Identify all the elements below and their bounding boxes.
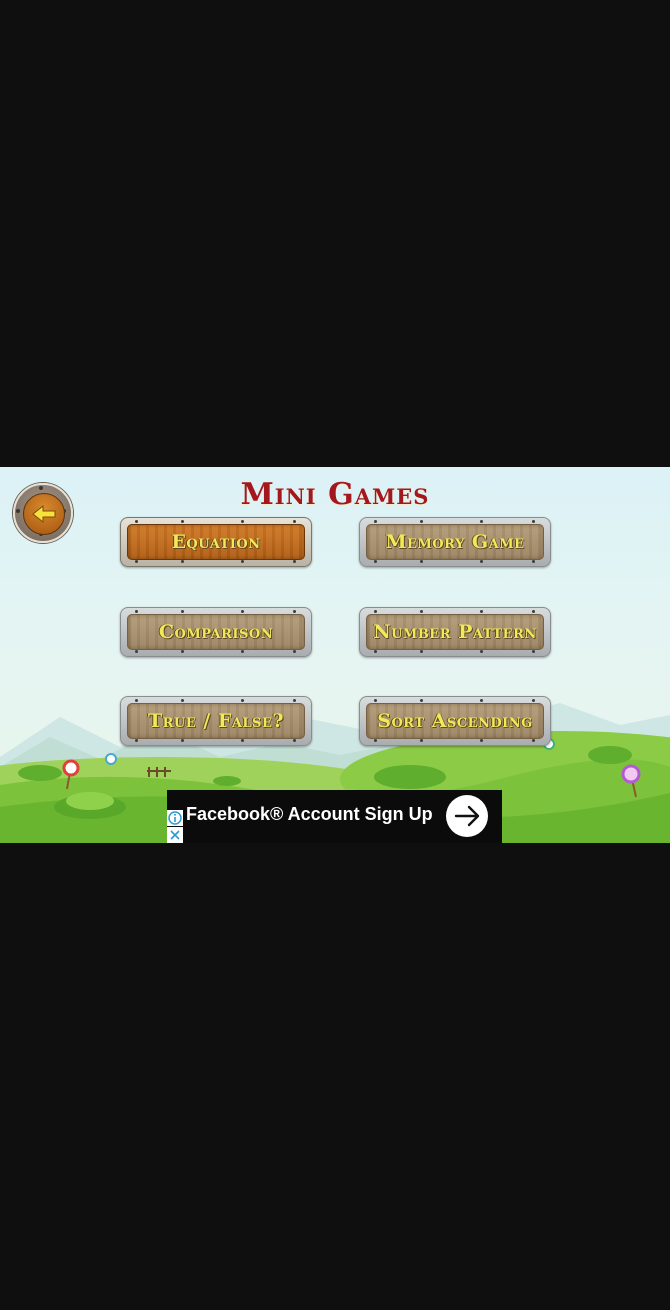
ad-go-button[interactable] (446, 795, 488, 837)
comparison-button[interactable]: Comparison (120, 607, 312, 657)
sort-ascending-button[interactable]: Sort Ascending (359, 696, 551, 746)
equation-button[interactable]: Equation (120, 517, 312, 567)
sort-ascending-button-label: Sort Ascending (377, 710, 533, 732)
back-button[interactable] (13, 483, 73, 543)
ad-text[interactable]: Facebook® Account Sign Up (186, 804, 433, 825)
memory-game-button-label: Memory Game (385, 531, 525, 553)
comparison-button-label: Comparison (158, 621, 274, 643)
ad-banner[interactable]: Facebook® Account Sign Up (167, 790, 502, 843)
game-screen: Mini Games Equation Memory Game Comparis… (0, 467, 670, 843)
true-false-button[interactable]: True / False? (120, 696, 312, 746)
landscape-background (0, 702, 670, 843)
equation-button-label: Equation (171, 531, 261, 553)
back-button-face (23, 493, 65, 535)
arrow-left-icon (32, 504, 56, 524)
ad-info-button[interactable] (167, 810, 183, 826)
ad-close-button[interactable] (167, 827, 183, 843)
number-pattern-button[interactable]: Number Pattern (359, 607, 551, 657)
number-pattern-button-label: Number Pattern (373, 621, 537, 643)
close-icon (170, 830, 180, 840)
info-icon (168, 811, 182, 825)
page-title: Mini Games (240, 477, 430, 512)
memory-game-button[interactable]: Memory Game (359, 517, 551, 567)
arrow-right-icon (454, 805, 480, 827)
true-false-button-label: True / False? (147, 710, 284, 732)
